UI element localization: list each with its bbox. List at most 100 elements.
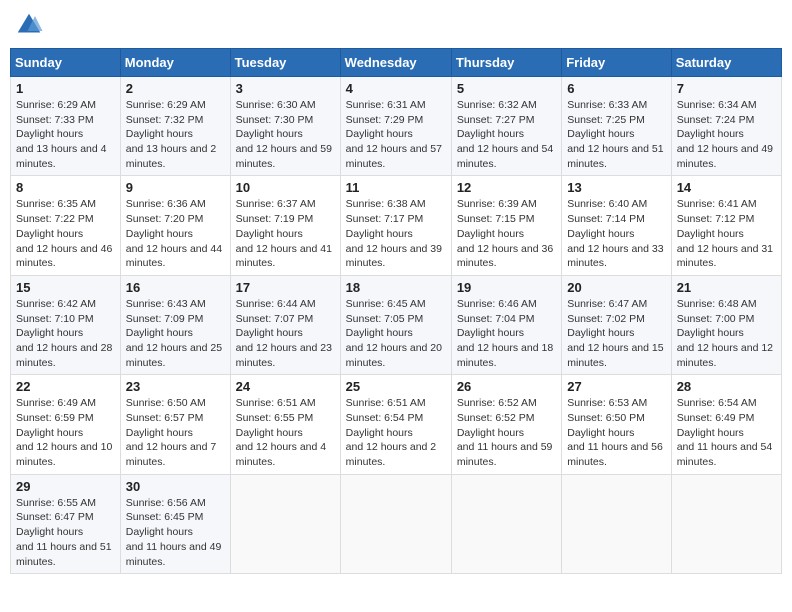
day-number: 17	[236, 280, 335, 295]
week-row-4: 22 Sunrise: 6:49 AM Sunset: 6:59 PM Dayl…	[11, 375, 782, 474]
day-info: Sunrise: 6:45 AM Sunset: 7:05 PM Dayligh…	[346, 297, 446, 370]
day-cell: 24 Sunrise: 6:51 AM Sunset: 6:55 PM Dayl…	[230, 375, 340, 474]
day-number: 8	[16, 180, 115, 195]
day-cell: 7 Sunrise: 6:34 AM Sunset: 7:24 PM Dayli…	[671, 77, 781, 176]
day-info: Sunrise: 6:29 AM Sunset: 7:33 PM Dayligh…	[16, 98, 115, 171]
column-header-wednesday: Wednesday	[340, 49, 451, 77]
day-info: Sunrise: 6:51 AM Sunset: 6:54 PM Dayligh…	[346, 396, 446, 469]
day-number: 12	[457, 180, 556, 195]
day-cell: 5 Sunrise: 6:32 AM Sunset: 7:27 PM Dayli…	[451, 77, 561, 176]
day-info: Sunrise: 6:34 AM Sunset: 7:24 PM Dayligh…	[677, 98, 776, 171]
day-info: Sunrise: 6:53 AM Sunset: 6:50 PM Dayligh…	[567, 396, 665, 469]
day-cell: 28 Sunrise: 6:54 AM Sunset: 6:49 PM Dayl…	[671, 375, 781, 474]
day-number: 9	[126, 180, 225, 195]
day-info: Sunrise: 6:46 AM Sunset: 7:04 PM Dayligh…	[457, 297, 556, 370]
page-header	[10, 10, 782, 40]
column-header-tuesday: Tuesday	[230, 49, 340, 77]
day-cell: 1 Sunrise: 6:29 AM Sunset: 7:33 PM Dayli…	[11, 77, 121, 176]
day-info: Sunrise: 6:38 AM Sunset: 7:17 PM Dayligh…	[346, 197, 446, 270]
day-number: 22	[16, 379, 115, 394]
day-cell: 3 Sunrise: 6:30 AM Sunset: 7:30 PM Dayli…	[230, 77, 340, 176]
logo	[14, 10, 48, 40]
day-cell: 17 Sunrise: 6:44 AM Sunset: 7:07 PM Dayl…	[230, 275, 340, 374]
day-info: Sunrise: 6:31 AM Sunset: 7:29 PM Dayligh…	[346, 98, 446, 171]
day-number: 13	[567, 180, 665, 195]
day-cell	[340, 474, 451, 573]
column-header-saturday: Saturday	[671, 49, 781, 77]
day-cell: 13 Sunrise: 6:40 AM Sunset: 7:14 PM Dayl…	[562, 176, 671, 275]
column-header-friday: Friday	[562, 49, 671, 77]
column-header-monday: Monday	[120, 49, 230, 77]
day-number: 6	[567, 81, 665, 96]
day-cell: 26 Sunrise: 6:52 AM Sunset: 6:52 PM Dayl…	[451, 375, 561, 474]
day-info: Sunrise: 6:48 AM Sunset: 7:00 PM Dayligh…	[677, 297, 776, 370]
column-header-thursday: Thursday	[451, 49, 561, 77]
day-cell	[671, 474, 781, 573]
day-info: Sunrise: 6:40 AM Sunset: 7:14 PM Dayligh…	[567, 197, 665, 270]
day-cell: 29 Sunrise: 6:55 AM Sunset: 6:47 PM Dayl…	[11, 474, 121, 573]
day-cell: 15 Sunrise: 6:42 AM Sunset: 7:10 PM Dayl…	[11, 275, 121, 374]
day-number: 20	[567, 280, 665, 295]
day-number: 29	[16, 479, 115, 494]
day-info: Sunrise: 6:54 AM Sunset: 6:49 PM Dayligh…	[677, 396, 776, 469]
day-cell: 4 Sunrise: 6:31 AM Sunset: 7:29 PM Dayli…	[340, 77, 451, 176]
day-info: Sunrise: 6:51 AM Sunset: 6:55 PM Dayligh…	[236, 396, 335, 469]
day-info: Sunrise: 6:41 AM Sunset: 7:12 PM Dayligh…	[677, 197, 776, 270]
day-number: 18	[346, 280, 446, 295]
day-number: 27	[567, 379, 665, 394]
day-cell: 22 Sunrise: 6:49 AM Sunset: 6:59 PM Dayl…	[11, 375, 121, 474]
day-cell: 19 Sunrise: 6:46 AM Sunset: 7:04 PM Dayl…	[451, 275, 561, 374]
day-number: 1	[16, 81, 115, 96]
day-cell: 30 Sunrise: 6:56 AM Sunset: 6:45 PM Dayl…	[120, 474, 230, 573]
day-cell: 11 Sunrise: 6:38 AM Sunset: 7:17 PM Dayl…	[340, 176, 451, 275]
day-number: 5	[457, 81, 556, 96]
day-info: Sunrise: 6:49 AM Sunset: 6:59 PM Dayligh…	[16, 396, 115, 469]
day-cell: 8 Sunrise: 6:35 AM Sunset: 7:22 PM Dayli…	[11, 176, 121, 275]
day-number: 21	[677, 280, 776, 295]
day-number: 4	[346, 81, 446, 96]
day-number: 10	[236, 180, 335, 195]
day-cell: 6 Sunrise: 6:33 AM Sunset: 7:25 PM Dayli…	[562, 77, 671, 176]
day-cell: 2 Sunrise: 6:29 AM Sunset: 7:32 PM Dayli…	[120, 77, 230, 176]
day-number: 28	[677, 379, 776, 394]
day-cell: 25 Sunrise: 6:51 AM Sunset: 6:54 PM Dayl…	[340, 375, 451, 474]
week-row-1: 1 Sunrise: 6:29 AM Sunset: 7:33 PM Dayli…	[11, 77, 782, 176]
day-info: Sunrise: 6:36 AM Sunset: 7:20 PM Dayligh…	[126, 197, 225, 270]
day-number: 25	[346, 379, 446, 394]
day-info: Sunrise: 6:44 AM Sunset: 7:07 PM Dayligh…	[236, 297, 335, 370]
day-info: Sunrise: 6:35 AM Sunset: 7:22 PM Dayligh…	[16, 197, 115, 270]
day-info: Sunrise: 6:52 AM Sunset: 6:52 PM Dayligh…	[457, 396, 556, 469]
day-info: Sunrise: 6:32 AM Sunset: 7:27 PM Dayligh…	[457, 98, 556, 171]
day-number: 16	[126, 280, 225, 295]
day-cell: 12 Sunrise: 6:39 AM Sunset: 7:15 PM Dayl…	[451, 176, 561, 275]
day-info: Sunrise: 6:43 AM Sunset: 7:09 PM Dayligh…	[126, 297, 225, 370]
day-cell: 14 Sunrise: 6:41 AM Sunset: 7:12 PM Dayl…	[671, 176, 781, 275]
day-info: Sunrise: 6:37 AM Sunset: 7:19 PM Dayligh…	[236, 197, 335, 270]
day-info: Sunrise: 6:33 AM Sunset: 7:25 PM Dayligh…	[567, 98, 665, 171]
day-number: 11	[346, 180, 446, 195]
day-info: Sunrise: 6:29 AM Sunset: 7:32 PM Dayligh…	[126, 98, 225, 171]
day-cell: 21 Sunrise: 6:48 AM Sunset: 7:00 PM Dayl…	[671, 275, 781, 374]
day-info: Sunrise: 6:42 AM Sunset: 7:10 PM Dayligh…	[16, 297, 115, 370]
day-info: Sunrise: 6:55 AM Sunset: 6:47 PM Dayligh…	[16, 496, 115, 569]
logo-icon	[14, 10, 44, 40]
day-number: 30	[126, 479, 225, 494]
day-number: 14	[677, 180, 776, 195]
day-info: Sunrise: 6:47 AM Sunset: 7:02 PM Dayligh…	[567, 297, 665, 370]
day-info: Sunrise: 6:30 AM Sunset: 7:30 PM Dayligh…	[236, 98, 335, 171]
day-number: 15	[16, 280, 115, 295]
day-cell: 27 Sunrise: 6:53 AM Sunset: 6:50 PM Dayl…	[562, 375, 671, 474]
day-number: 23	[126, 379, 225, 394]
column-header-sunday: Sunday	[11, 49, 121, 77]
calendar-table: SundayMondayTuesdayWednesdayThursdayFrid…	[10, 48, 782, 574]
day-number: 2	[126, 81, 225, 96]
day-cell	[230, 474, 340, 573]
day-cell: 16 Sunrise: 6:43 AM Sunset: 7:09 PM Dayl…	[120, 275, 230, 374]
day-number: 7	[677, 81, 776, 96]
week-row-3: 15 Sunrise: 6:42 AM Sunset: 7:10 PM Dayl…	[11, 275, 782, 374]
week-row-5: 29 Sunrise: 6:55 AM Sunset: 6:47 PM Dayl…	[11, 474, 782, 573]
day-cell	[451, 474, 561, 573]
week-row-2: 8 Sunrise: 6:35 AM Sunset: 7:22 PM Dayli…	[11, 176, 782, 275]
day-cell: 9 Sunrise: 6:36 AM Sunset: 7:20 PM Dayli…	[120, 176, 230, 275]
day-cell: 20 Sunrise: 6:47 AM Sunset: 7:02 PM Dayl…	[562, 275, 671, 374]
